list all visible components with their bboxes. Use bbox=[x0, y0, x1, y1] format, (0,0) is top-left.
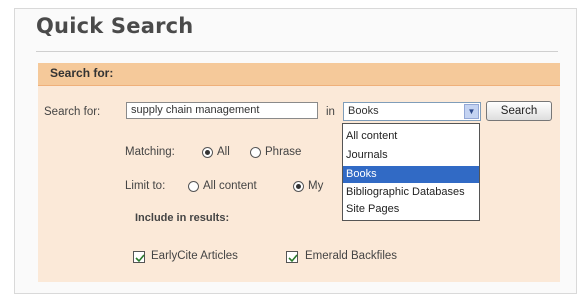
radio-matching-phrase[interactable] bbox=[250, 147, 261, 158]
search-for-label: Search for: bbox=[44, 106, 101, 118]
chevron-down-icon[interactable]: ▼ bbox=[464, 104, 479, 119]
radio-limit-all-content[interactable] bbox=[188, 181, 199, 192]
checkbox-emerald-backfiles[interactable] bbox=[286, 251, 298, 263]
include-label: Include in results: bbox=[135, 212, 230, 224]
option-bibliographic-databases[interactable]: Bibliographic Databases bbox=[343, 184, 479, 201]
search-button[interactable]: Search bbox=[486, 101, 552, 121]
select-value: Books bbox=[348, 105, 379, 117]
section-header-bar: Search for: bbox=[38, 63, 560, 86]
matching-all-label: All bbox=[217, 146, 230, 158]
limit-my-label: My bbox=[308, 180, 324, 192]
option-all-content[interactable]: All content bbox=[343, 128, 479, 145]
search-input[interactable]: supply chain management bbox=[126, 102, 318, 119]
option-books[interactable]: Books bbox=[343, 166, 479, 183]
earlycite-label: EarlyCite Articles bbox=[151, 250, 238, 262]
in-label: in bbox=[326, 106, 335, 118]
checkmark-icon bbox=[288, 254, 298, 263]
matching-phrase-label: Phrase bbox=[265, 146, 302, 158]
checkbox-earlycite[interactable] bbox=[133, 251, 145, 263]
limit-label: Limit to: bbox=[125, 180, 166, 192]
radio-limit-my[interactable] bbox=[293, 181, 304, 192]
title-divider bbox=[36, 51, 558, 52]
content-type-dropdown-list: All content Journals Books Bibliographic… bbox=[342, 123, 480, 221]
content-type-select[interactable]: Books ▼ bbox=[343, 102, 481, 121]
limit-all-content-label: All content bbox=[203, 180, 257, 192]
page-title: Quick Search bbox=[36, 14, 194, 38]
matching-label: Matching: bbox=[125, 146, 175, 158]
option-journals[interactable]: Journals bbox=[343, 147, 479, 164]
emerald-backfiles-label: Emerald Backfiles bbox=[305, 250, 398, 262]
radio-matching-all[interactable] bbox=[202, 147, 213, 158]
checkmark-icon bbox=[135, 254, 145, 263]
option-site-pages[interactable]: Site Pages bbox=[343, 201, 479, 218]
section-header-label: Search for: bbox=[50, 66, 114, 80]
